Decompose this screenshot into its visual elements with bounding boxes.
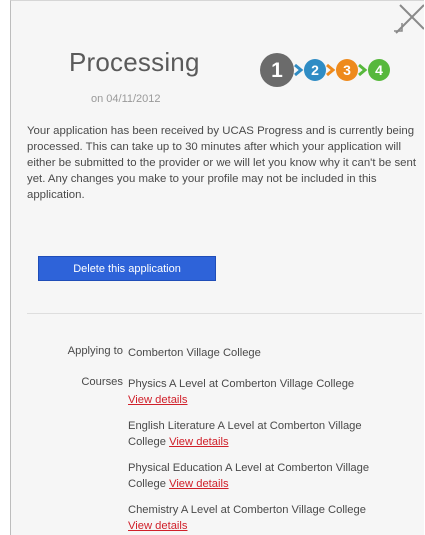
application-status-card: Processing on 04/11/2012 1 2 3 4 Your ap… [10,0,424,535]
delete-application-button[interactable]: Delete this application [38,256,216,281]
arrow-icon [326,63,336,77]
courses-label: Courses [81,376,123,388]
progress-steps: 1 2 3 4 [260,53,390,87]
status-message: Your application has been received by UC… [27,125,417,201]
view-details-link[interactable]: View details [169,478,229,490]
course-name: English Literature A Level at Comberton … [128,420,362,448]
status-title: Processing [69,47,200,77]
divider [27,313,422,314]
step-3-label: 3 [343,62,351,78]
applying-to-label: Applying to [67,345,123,357]
status-date: on 04/11/2012 [91,93,161,105]
course-name: Physics A Level at Comberton Village Col… [128,378,355,390]
close-icon[interactable] [390,1,424,35]
step-2-label: 2 [311,62,319,78]
arrow-icon [294,63,304,77]
step-1-label: 1 [271,59,283,82]
view-details-link[interactable]: View details [169,436,229,448]
course-item: Physical Education A Level at Comberton … [128,460,378,492]
view-details-link[interactable]: View details [128,520,188,532]
course-name: Physical Education A Level at Comberton … [128,462,370,490]
course-item: English Literature A Level at Comberton … [128,418,378,450]
course-item: Chemistry A Level at Comberton Village C… [128,502,378,534]
course-name: Chemistry A Level at Comberton Village C… [128,504,366,516]
step-4-label: 4 [375,62,383,78]
arrow-icon [358,63,368,77]
applying-to-value: Comberton Village College [128,347,261,359]
view-details-link[interactable]: View details [128,394,188,406]
course-item: Physics A Level at Comberton Village Col… [128,376,378,408]
